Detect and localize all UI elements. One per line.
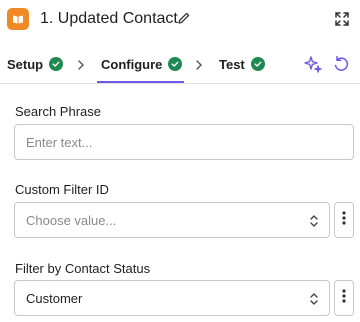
more-vertical-icon bbox=[342, 288, 346, 309]
custom-filter-id-label: Custom Filter ID bbox=[15, 182, 109, 197]
undo-icon[interactable] bbox=[333, 55, 349, 78]
tab-setup[interactable]: Setup bbox=[7, 44, 64, 84]
search-phrase-placeholder: Enter text... bbox=[26, 134, 93, 150]
contact-status-more-button[interactable] bbox=[334, 280, 354, 316]
search-phrase-label: Search Phrase bbox=[15, 104, 101, 119]
pencil-icon[interactable] bbox=[177, 11, 191, 30]
check-circle-icon bbox=[250, 57, 265, 71]
sort-icon bbox=[309, 292, 319, 309]
tab-configure-label: Configure bbox=[101, 56, 163, 72]
sort-icon bbox=[309, 214, 319, 231]
search-phrase-input[interactable]: Enter text... bbox=[14, 124, 354, 160]
active-tab-indicator bbox=[97, 81, 184, 83]
chevron-right-icon bbox=[76, 58, 86, 76]
custom-filter-id-more-button[interactable] bbox=[334, 202, 354, 238]
step-title[interactable]: 1. Updated Contact bbox=[40, 10, 178, 28]
contact-status-label: Filter by Contact Status bbox=[15, 261, 151, 276]
tab-configure[interactable]: Configure bbox=[101, 44, 183, 84]
tab-test[interactable]: Test bbox=[219, 44, 265, 84]
chevron-right-icon bbox=[194, 58, 204, 76]
expand-icon[interactable] bbox=[334, 11, 350, 32]
step-header: 1. Updated Contact bbox=[0, 0, 360, 40]
contact-status-value: Customer bbox=[26, 290, 83, 306]
check-circle-icon bbox=[49, 57, 64, 71]
check-circle-icon bbox=[168, 57, 183, 71]
custom-filter-id-placeholder: Choose value... bbox=[26, 212, 117, 228]
tab-test-label: Test bbox=[219, 56, 245, 72]
contact-status-select[interactable]: Customer bbox=[14, 280, 330, 316]
custom-filter-id-select[interactable]: Choose value... bbox=[14, 202, 330, 238]
app-book-icon bbox=[7, 8, 29, 30]
sparkle-icon[interactable] bbox=[304, 55, 322, 78]
more-vertical-icon bbox=[342, 210, 346, 231]
tab-setup-label: Setup bbox=[7, 56, 44, 72]
